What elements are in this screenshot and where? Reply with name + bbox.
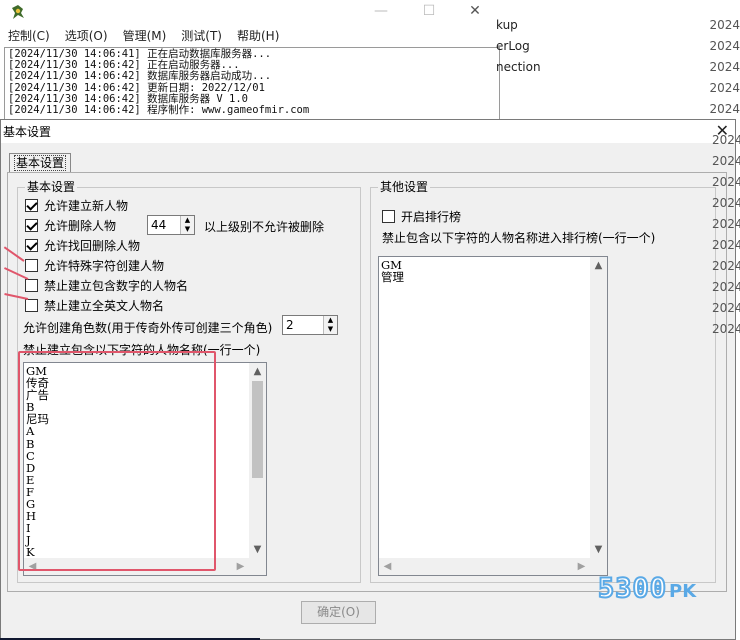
spinner-buttons: ▲ ▼ — [323, 316, 337, 334]
checkbox-box[interactable] — [382, 209, 395, 223]
scroll-left-icon[interactable]: ◀ — [379, 558, 396, 575]
ok-button[interactable]: 确定(O) — [301, 601, 376, 624]
scroll-right-icon[interactable]: ▶ — [232, 558, 249, 575]
highlight-box — [18, 351, 216, 571]
spin-up-icon[interactable]: ▲ — [181, 216, 194, 225]
checkbox-box[interactable] — [25, 258, 38, 272]
server-titlebar: — ☐ ✕ — [0, 0, 500, 24]
checkbox-label: 禁止建立全英文人物名 — [44, 298, 165, 313]
file-name[interactable]: nection — [496, 60, 541, 74]
checkbox-label: 禁止建立包含数字的人物名 — [44, 278, 189, 293]
ranking-exclude-lines: GM 管理 — [381, 259, 404, 283]
file-date: 2024 — [712, 280, 740, 294]
spin-up-icon[interactable]: ▲ — [324, 316, 337, 325]
server-menubar: 控制(C) 选项(O) 管理(M) 测试(T) 帮助(H) — [0, 26, 286, 46]
scroll-right-icon[interactable]: ▶ — [573, 558, 590, 575]
checkbox-label: 允许找回删除人物 — [44, 238, 141, 253]
allow-restore-deleted-checkbox[interactable]: 允许找回删除人物 — [25, 237, 140, 253]
file-date: 2024 — [709, 81, 740, 95]
file-name[interactable]: erLog — [496, 39, 530, 53]
horizontal-scrollbar[interactable]: ◀ ▶ — [379, 558, 590, 575]
dialog-title: 基本设置 — [3, 125, 52, 139]
scroll-thumb[interactable] — [252, 381, 263, 478]
basic-settings-group-title: 基本设置 — [25, 179, 78, 195]
app-icon — [12, 5, 24, 19]
delete-level-suffix: 以上级别不允许被删除 — [204, 220, 325, 234]
dialog-titlebar: 基本设置 ✕ — [1, 120, 735, 143]
list-item: 管理 — [381, 270, 404, 285]
scroll-down-icon[interactable]: ▼ — [590, 541, 607, 558]
vertical-scrollbar[interactable]: ▲ ▼ — [590, 257, 607, 558]
log-line: [2024/11/30 14:06:42] 数据库服务器启动成功... — [8, 70, 272, 83]
watermark-suffix: PK — [669, 581, 697, 602]
minimize-button[interactable]: — — [358, 0, 404, 24]
character-count-spinner[interactable]: 2 ▲ ▼ — [282, 315, 338, 335]
scroll-corner — [249, 558, 266, 575]
checkbox-label: 允许特殊字符创建人物 — [44, 258, 165, 273]
file-date: 2024 — [709, 39, 740, 53]
maximize-button[interactable]: ☐ — [406, 0, 452, 24]
watermark-logo: 5300 PK — [597, 573, 697, 604]
menu-manage[interactable]: 管理(M) — [115, 26, 174, 46]
scroll-down-icon[interactable]: ▼ — [249, 541, 266, 558]
spin-down-icon[interactable]: ▼ — [324, 325, 337, 334]
delete-level-value[interactable]: 44 — [148, 216, 180, 234]
file-date: 2024 — [709, 60, 740, 74]
other-settings-group: 其他设置 开启排行榜 禁止包含以下字符的人物名称进入排行榜(一行一个) GM 管… — [370, 179, 716, 583]
file-date: 2024 — [712, 154, 740, 168]
checkbox-box[interactable] — [25, 298, 38, 312]
checkbox-label: 允许建立新人物 — [44, 198, 129, 213]
scroll-up-icon[interactable]: ▲ — [590, 257, 607, 274]
checkbox-box[interactable] — [25, 278, 38, 292]
file-date: 2024 — [709, 18, 740, 32]
allow-delete-character-checkbox[interactable]: 允许删除人物 — [25, 217, 116, 233]
ranking-exclude-textarea[interactable]: GM 管理 ▲ ▼ ◀ ▶ — [378, 256, 608, 576]
file-date: 2024 — [712, 133, 740, 147]
checkbox-label: 允许删除人物 — [44, 218, 117, 233]
spin-down-icon[interactable]: ▼ — [181, 225, 194, 234]
server-log[interactable]: [2024/11/30 14:06:41] 正在启动数据库服务器... [202… — [4, 47, 500, 123]
character-count-label: 允许创建角色数(用于传奇外传可创建三个角色) — [23, 321, 273, 335]
scroll-up-icon[interactable]: ▲ — [249, 363, 266, 380]
file-date: 2024 — [712, 322, 740, 336]
checkbox-label: 开启排行榜 — [401, 209, 462, 224]
tab-basic-settings[interactable]: 基本设置 — [9, 153, 72, 173]
checkbox-box[interactable] — [25, 218, 38, 232]
file-date: 2024 — [712, 259, 740, 273]
menu-options[interactable]: 选项(O) — [57, 26, 115, 46]
enable-ranking-checkbox[interactable]: 开启排行榜 — [382, 208, 461, 224]
menu-help[interactable]: 帮助(H) — [229, 26, 286, 46]
forbid-english-names-checkbox[interactable]: 禁止建立全英文人物名 — [25, 297, 164, 313]
other-settings-group-title: 其他设置 — [378, 179, 431, 195]
explorer-fragment: kup erLog nection 2024 2024 2024 2024 20… — [496, 0, 740, 120]
forbid-digit-names-checkbox[interactable]: 禁止建立包含数字的人物名 — [25, 277, 188, 293]
watermark-digits: 5300 — [597, 573, 668, 604]
file-name[interactable]: kup — [496, 18, 518, 32]
file-date: 2024 — [712, 301, 740, 315]
allow-create-character-checkbox[interactable]: 允许建立新人物 — [25, 197, 128, 213]
menu-test[interactable]: 测试(T) — [173, 26, 229, 46]
delete-level-spinner[interactable]: 44 ▲ ▼ — [147, 215, 195, 235]
file-date: 2024 — [712, 238, 740, 252]
character-count-value[interactable]: 2 — [283, 316, 323, 334]
allow-special-chars-checkbox[interactable]: 允许特殊字符创建人物 — [25, 257, 164, 273]
tab-label: 基本设置 — [14, 155, 67, 171]
file-date: 2024 — [712, 175, 740, 189]
file-date: 2024 — [712, 217, 740, 231]
ranking-exclude-label: 禁止包含以下字符的人物名称进入排行榜(一行一个) — [382, 231, 656, 245]
menu-control[interactable]: 控制(C) — [0, 26, 57, 46]
spinner-buttons: ▲ ▼ — [180, 216, 194, 234]
server-window: — ☐ ✕ 控制(C) 选项(O) 管理(M) 测试(T) 帮助(H) [202… — [0, 0, 500, 125]
file-date: 2024 — [709, 102, 740, 116]
checkbox-box[interactable] — [25, 238, 38, 252]
checkbox-box[interactable] — [25, 198, 38, 212]
close-button[interactable]: ✕ — [452, 0, 498, 24]
side-date-column: 2024 2024 2024 2024 2024 2024 2024 2024 … — [712, 130, 740, 340]
file-date: 2024 — [712, 196, 740, 210]
vertical-scrollbar[interactable]: ▲ ▼ — [249, 363, 266, 558]
log-line: [2024/11/30 14:06:42] 程序制作: www.gameofmi… — [8, 104, 310, 117]
